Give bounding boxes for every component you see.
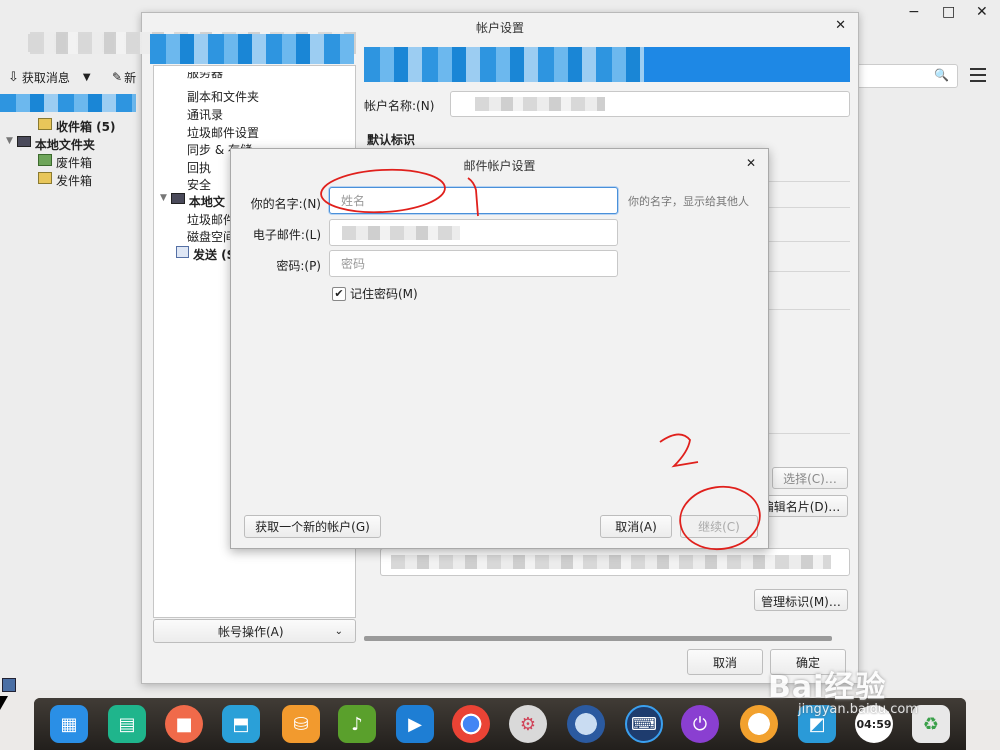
music-icon[interactable]: ♪ (338, 705, 376, 743)
account-row-blurred[interactable] (0, 94, 136, 112)
chevron-down-icon: ⌄ (334, 625, 343, 637)
trash-icon (38, 154, 52, 166)
download-icon: ⇩ (8, 69, 19, 85)
account-name-label: 帐户名称:(N) (364, 99, 435, 113)
account-name-value-blurred (475, 97, 605, 111)
name-label: 你的名字:(N) (250, 197, 321, 211)
folder-local[interactable]: ▼ 本地文件夹 (6, 136, 95, 153)
main-window-controls: − □ ✕ (900, 4, 1000, 24)
keyboard-icon[interactable]: ⌨ (625, 705, 663, 743)
tree-item-security[interactable]: 安全 (187, 176, 211, 193)
checkmark-icon: ✔ (332, 286, 346, 301)
name-hint: 你的名字，显示给其他人 (628, 195, 749, 208)
tree-item-outgoing[interactable]: 发送 (S (176, 246, 235, 263)
divider (764, 309, 850, 310)
tree-item-junk-local[interactable]: 垃圾邮件 (187, 211, 235, 228)
video-icon[interactable]: ■ (165, 705, 203, 743)
expand-triangle-icon[interactable]: ▼ (6, 136, 13, 153)
manage-identities-button[interactable]: 管理标识(M)… (754, 589, 848, 611)
tree-item-copies-folders[interactable]: 副本和文件夹 (187, 88, 259, 105)
tree-item-junk-settings[interactable]: 垃圾邮件设置 (187, 124, 259, 141)
computer-icon (16, 136, 31, 147)
choose-button[interactable]: 选择(C)… (772, 467, 848, 489)
watermark-brand: Bai经验 (768, 670, 887, 705)
collapse-triangle-icon[interactable]: ▼ (160, 193, 167, 210)
launcher-icon[interactable]: ▦ (50, 705, 88, 743)
get-new-account-button[interactable]: 获取一个新的帐户(G) (244, 515, 381, 538)
password-label: 密码:(P) (276, 259, 321, 273)
terminal-icon[interactable]: ▤ (108, 705, 146, 743)
divider (764, 433, 850, 434)
tree-item-receipts[interactable]: 回执 (187, 159, 211, 176)
divider (764, 181, 850, 182)
computer-icon (170, 193, 185, 204)
settings-header-text-blurred (364, 47, 644, 82)
maximize-button[interactable]: □ (942, 4, 955, 20)
divider (764, 241, 850, 242)
password-input[interactable]: 密码 (329, 250, 618, 277)
email-value-blurred (342, 226, 460, 240)
name-input[interactable]: 姓名 (329, 187, 618, 214)
baidu-watermark: Bai经验 jingyan.baidu.com (738, 636, 988, 726)
inbox-icon (38, 118, 52, 130)
continue-button[interactable]: 继续(C) (680, 515, 758, 538)
tree-item-address-book[interactable]: 通讯录 (187, 106, 223, 123)
divider (764, 207, 850, 208)
chevron-down-icon: ▼ (82, 71, 91, 83)
outbox-icon (38, 172, 52, 184)
thunderbird-icon[interactable] (567, 705, 605, 743)
desktop-network-icon[interactable] (2, 678, 16, 692)
folder-inbox[interactable]: 收件箱 (5) (38, 118, 116, 135)
pencil-icon: ✎ (112, 70, 123, 84)
email-label: 电子邮件:(L) (252, 228, 321, 242)
minimize-button[interactable]: − (908, 4, 920, 20)
account-name-input[interactable] (450, 91, 850, 117)
folder-trash[interactable]: 废件箱 (38, 154, 92, 171)
movie-icon[interactable]: ▶ (396, 705, 434, 743)
mail-setup-cancel-button[interactable]: 取消(A) (600, 515, 672, 538)
tree-item-server[interactable]: 服务器 (187, 72, 223, 80)
close-window-button[interactable]: ✕ (976, 4, 988, 20)
account-actions-dropdown[interactable]: 帐号操作(A) ⌄ (153, 619, 356, 643)
get-messages-button[interactable]: ⇩ 获取消息 ▼ (8, 68, 98, 86)
hamburger-menu-icon[interactable] (970, 68, 986, 82)
store-icon[interactable]: ⛁ (282, 705, 320, 743)
tree-item-disk-space[interactable]: 磁盘空间 (187, 228, 235, 245)
blurred-account-strip-blue (150, 34, 354, 64)
email-input[interactable] (329, 219, 618, 246)
folder-outbox[interactable]: 发件箱 (38, 172, 92, 189)
account-settings-close-button[interactable]: ✕ (835, 18, 846, 33)
divider (764, 271, 850, 272)
chrome-icon[interactable] (452, 705, 490, 743)
tree-item-local-folders[interactable]: ▼ 本地文 (160, 193, 225, 210)
new-button[interactable]: ✎ 新 (112, 68, 142, 86)
power-icon[interactable]: ⏻ (681, 705, 719, 743)
watermark-url: jingyan.baidu.com (798, 702, 918, 717)
mail-setup-title: 邮件帐户设置 (463, 159, 536, 173)
mouse-cursor-icon (0, 696, 8, 710)
send-icon (176, 246, 189, 258)
main-search-input[interactable]: 🔍 (848, 64, 958, 88)
mail-setup-dialog: 邮件帐户设置 ✕ 你的名字:(N) 姓名 你的名字，显示给其他人 电子邮件:(L… (230, 148, 769, 549)
default-identity-heading: 默认标识 (367, 133, 416, 147)
settings-icon[interactable]: ⚙ (509, 705, 547, 743)
file-manager-icon[interactable]: ⬒ (222, 705, 260, 743)
search-icon: 🔍 (934, 68, 949, 82)
get-messages-label: 获取消息 (21, 70, 70, 85)
remember-password-checkbox[interactable]: ✔ 记住密码(M) (332, 285, 418, 302)
identity-field-blurred (380, 548, 850, 576)
mail-setup-close-button[interactable]: ✕ (746, 156, 756, 170)
blurred-content (391, 555, 831, 569)
remember-password-label: 记住密码(M) (350, 287, 418, 301)
